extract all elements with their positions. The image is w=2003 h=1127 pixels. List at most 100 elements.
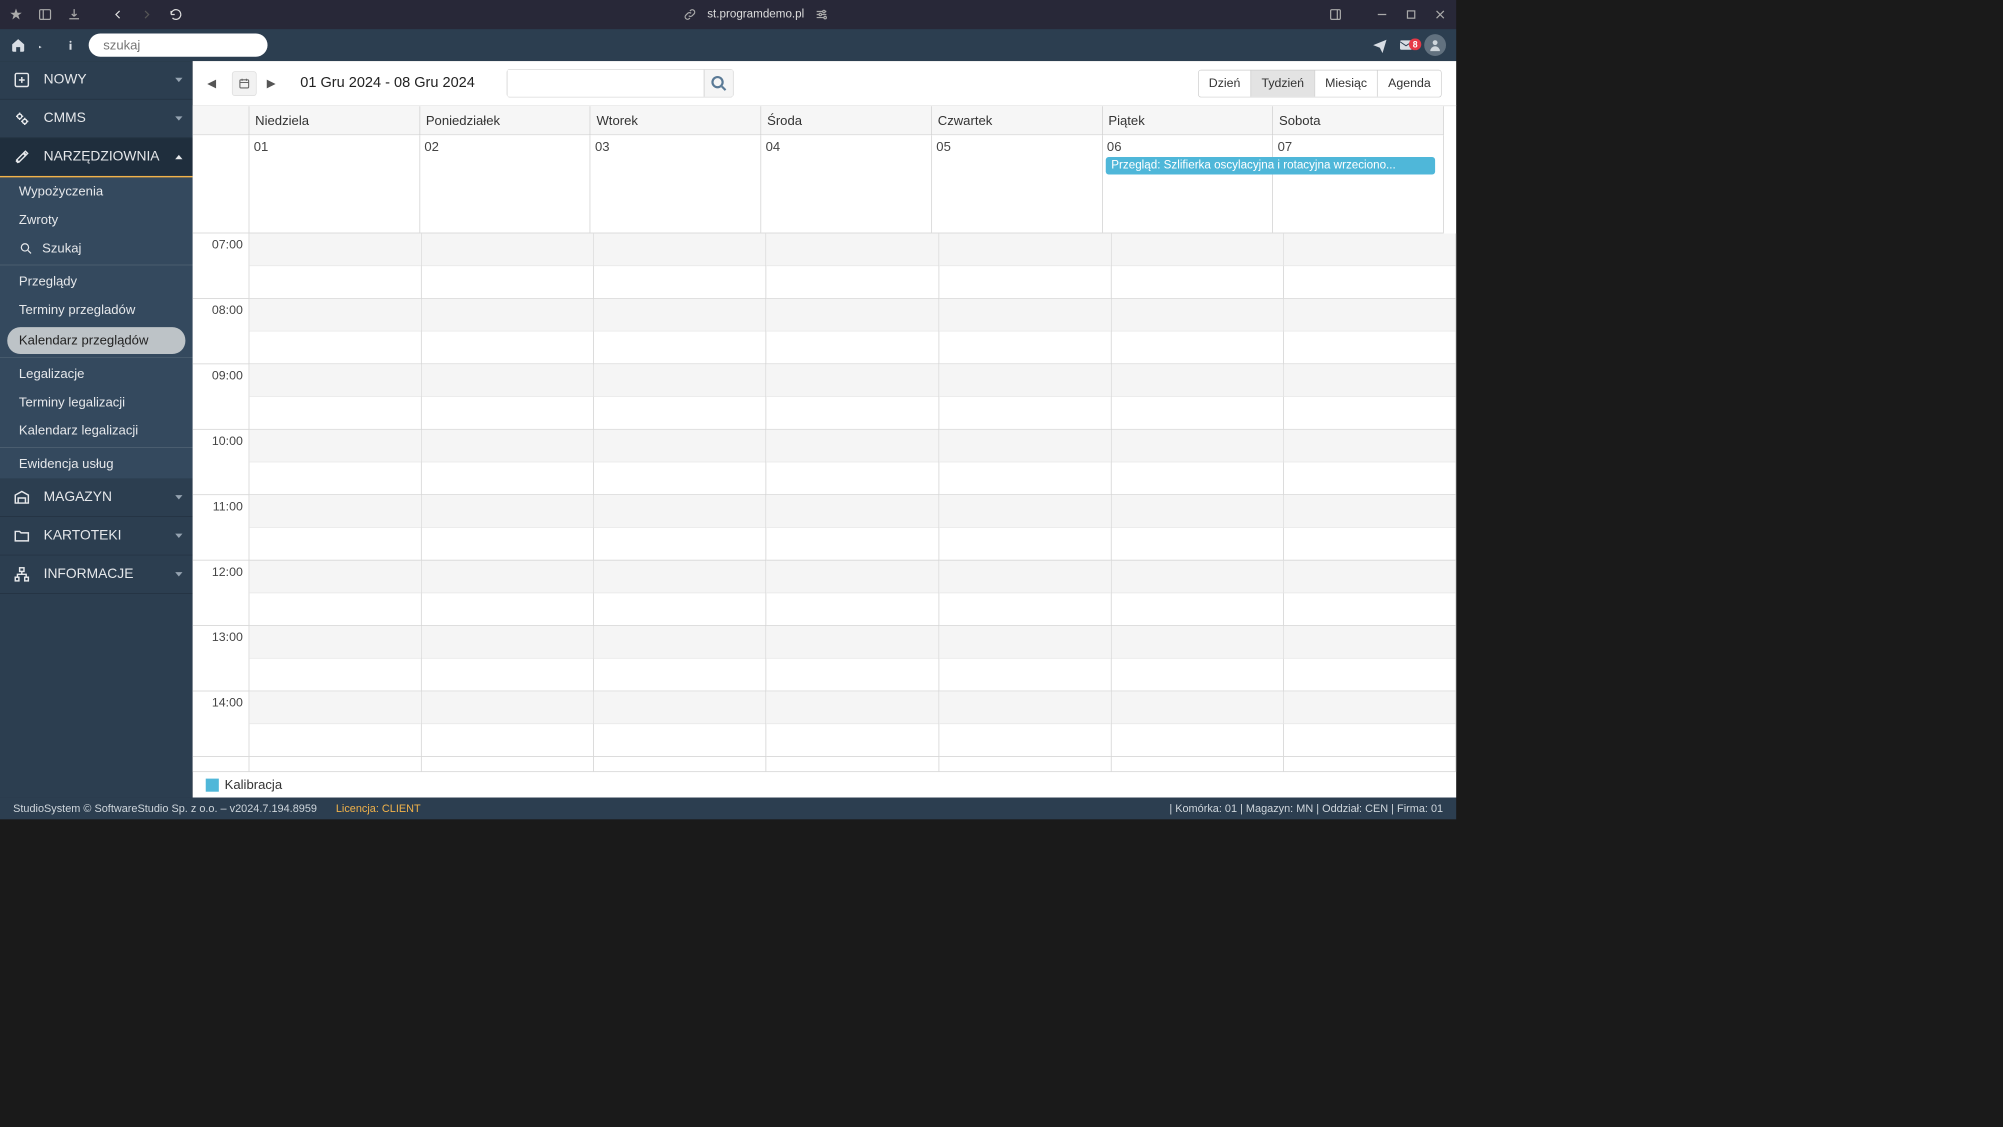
menu-cmms[interactable]: CMMS xyxy=(0,100,193,139)
time-slot[interactable] xyxy=(594,561,766,594)
time-slot[interactable] xyxy=(767,724,939,757)
time-slot[interactable] xyxy=(249,397,421,430)
prev-week-button[interactable]: ◀ xyxy=(207,76,222,91)
time-slot[interactable] xyxy=(767,561,939,594)
time-slot[interactable] xyxy=(249,495,421,528)
time-slot[interactable] xyxy=(1284,299,1456,332)
global-search[interactable] xyxy=(89,33,268,56)
time-slot[interactable] xyxy=(939,364,1111,397)
time-slot[interactable] xyxy=(1284,364,1456,397)
time-slot[interactable] xyxy=(939,691,1111,724)
time-slot[interactable] xyxy=(939,332,1111,365)
time-slot[interactable] xyxy=(1111,364,1283,397)
allday-cell[interactable]: 03 xyxy=(591,135,762,232)
menu-narzedziownia[interactable]: NARZĘDZIOWNIA xyxy=(0,138,193,177)
info-icon[interactable] xyxy=(63,37,79,53)
sidebar-item-wypozyczenia[interactable]: Wypożyczenia xyxy=(0,177,193,205)
plane-icon[interactable] xyxy=(1372,37,1388,53)
time-slot[interactable] xyxy=(1284,430,1456,463)
time-slot[interactable] xyxy=(422,691,594,724)
time-slot[interactable] xyxy=(249,462,421,495)
time-slot[interactable] xyxy=(1284,266,1456,299)
sidebar-item-przeglady[interactable]: Przeglądy xyxy=(0,268,193,296)
time-slot[interactable] xyxy=(249,724,421,757)
time-slot[interactable] xyxy=(1284,724,1456,757)
time-slot[interactable] xyxy=(1284,561,1456,594)
tune-icon[interactable] xyxy=(814,7,829,22)
window-maximize-icon[interactable] xyxy=(1404,7,1419,22)
time-slot[interactable] xyxy=(1111,430,1283,463)
time-slot[interactable] xyxy=(1284,233,1456,266)
time-slot[interactable] xyxy=(767,462,939,495)
view-month-button[interactable]: Miesiąc xyxy=(1314,70,1377,96)
time-slot[interactable] xyxy=(939,462,1111,495)
time-slot[interactable] xyxy=(249,528,421,561)
time-slot[interactable] xyxy=(249,299,421,332)
time-slot[interactable] xyxy=(767,332,939,365)
download-icon[interactable] xyxy=(67,7,82,22)
time-slot[interactable] xyxy=(249,266,421,299)
panel-icon[interactable] xyxy=(1328,7,1343,22)
time-slot[interactable] xyxy=(422,593,594,626)
sidebar-item-legalizacje[interactable]: Legalizacje xyxy=(0,360,193,388)
time-slot[interactable] xyxy=(1111,626,1283,659)
calendar-event[interactable]: Przegląd: Szlifierka oscylacyjna i rotac… xyxy=(1105,157,1435,174)
time-slot[interactable] xyxy=(767,299,939,332)
time-slot[interactable] xyxy=(594,364,766,397)
calendar-search-button[interactable] xyxy=(704,70,733,97)
allday-cell[interactable]: 05 xyxy=(932,135,1103,232)
time-slot[interactable] xyxy=(1284,495,1456,528)
time-slot[interactable] xyxy=(1111,462,1283,495)
time-slot[interactable] xyxy=(939,233,1111,266)
time-slot[interactable] xyxy=(1111,495,1283,528)
time-slot[interactable] xyxy=(422,495,594,528)
time-slot[interactable] xyxy=(939,430,1111,463)
time-slot[interactable] xyxy=(594,266,766,299)
allday-cell[interactable]: 01 xyxy=(249,135,420,232)
time-slot[interactable] xyxy=(939,299,1111,332)
time-slot[interactable] xyxy=(249,659,421,692)
time-slot[interactable] xyxy=(1111,332,1283,365)
menu-nowy[interactable]: NOWY xyxy=(0,61,193,100)
time-slot[interactable] xyxy=(1111,659,1283,692)
time-slot[interactable] xyxy=(422,659,594,692)
calendar-search-input[interactable] xyxy=(508,70,704,97)
nav-back-icon[interactable] xyxy=(111,7,126,22)
time-slot[interactable] xyxy=(1111,528,1283,561)
app-menu-icon[interactable] xyxy=(9,7,24,22)
time-slot[interactable] xyxy=(1111,299,1283,332)
time-slot[interactable] xyxy=(594,626,766,659)
time-slot[interactable] xyxy=(1284,462,1456,495)
view-agenda-button[interactable]: Agenda xyxy=(1377,70,1441,96)
time-slot[interactable] xyxy=(594,332,766,365)
time-slot[interactable] xyxy=(594,462,766,495)
time-slot[interactable] xyxy=(939,495,1111,528)
time-slot[interactable] xyxy=(422,462,594,495)
time-slot[interactable] xyxy=(939,659,1111,692)
reload-icon[interactable] xyxy=(169,7,184,22)
time-slot[interactable] xyxy=(767,528,939,561)
time-slot[interactable] xyxy=(767,266,939,299)
time-slot[interactable] xyxy=(1284,626,1456,659)
time-slot[interactable] xyxy=(1111,593,1283,626)
time-slot[interactable] xyxy=(1111,266,1283,299)
sidebar-item-terminy-legalizacji[interactable]: Terminy legalizacji xyxy=(0,388,193,416)
time-slot[interactable] xyxy=(249,430,421,463)
allday-cell[interactable]: 07 xyxy=(1273,135,1444,232)
time-slot[interactable] xyxy=(1284,691,1456,724)
time-slot[interactable] xyxy=(594,691,766,724)
time-slot[interactable] xyxy=(767,626,939,659)
sidebar-toggle-icon[interactable] xyxy=(38,7,53,22)
time-slot[interactable] xyxy=(594,299,766,332)
time-slot[interactable] xyxy=(767,593,939,626)
time-slot[interactable] xyxy=(1284,659,1456,692)
sidebar-item-terminy-przegladow[interactable]: Terminy przegladów xyxy=(0,296,193,324)
allday-cell[interactable]: 06 Przegląd: Szlifierka oscylacyjna i ro… xyxy=(1103,135,1274,232)
time-slot[interactable] xyxy=(422,266,594,299)
window-minimize-icon[interactable] xyxy=(1375,7,1390,22)
time-slot[interactable] xyxy=(1111,691,1283,724)
global-search-input[interactable] xyxy=(103,37,272,52)
time-slot[interactable] xyxy=(1111,397,1283,430)
time-slot[interactable] xyxy=(249,364,421,397)
time-slot[interactable] xyxy=(1284,397,1456,430)
